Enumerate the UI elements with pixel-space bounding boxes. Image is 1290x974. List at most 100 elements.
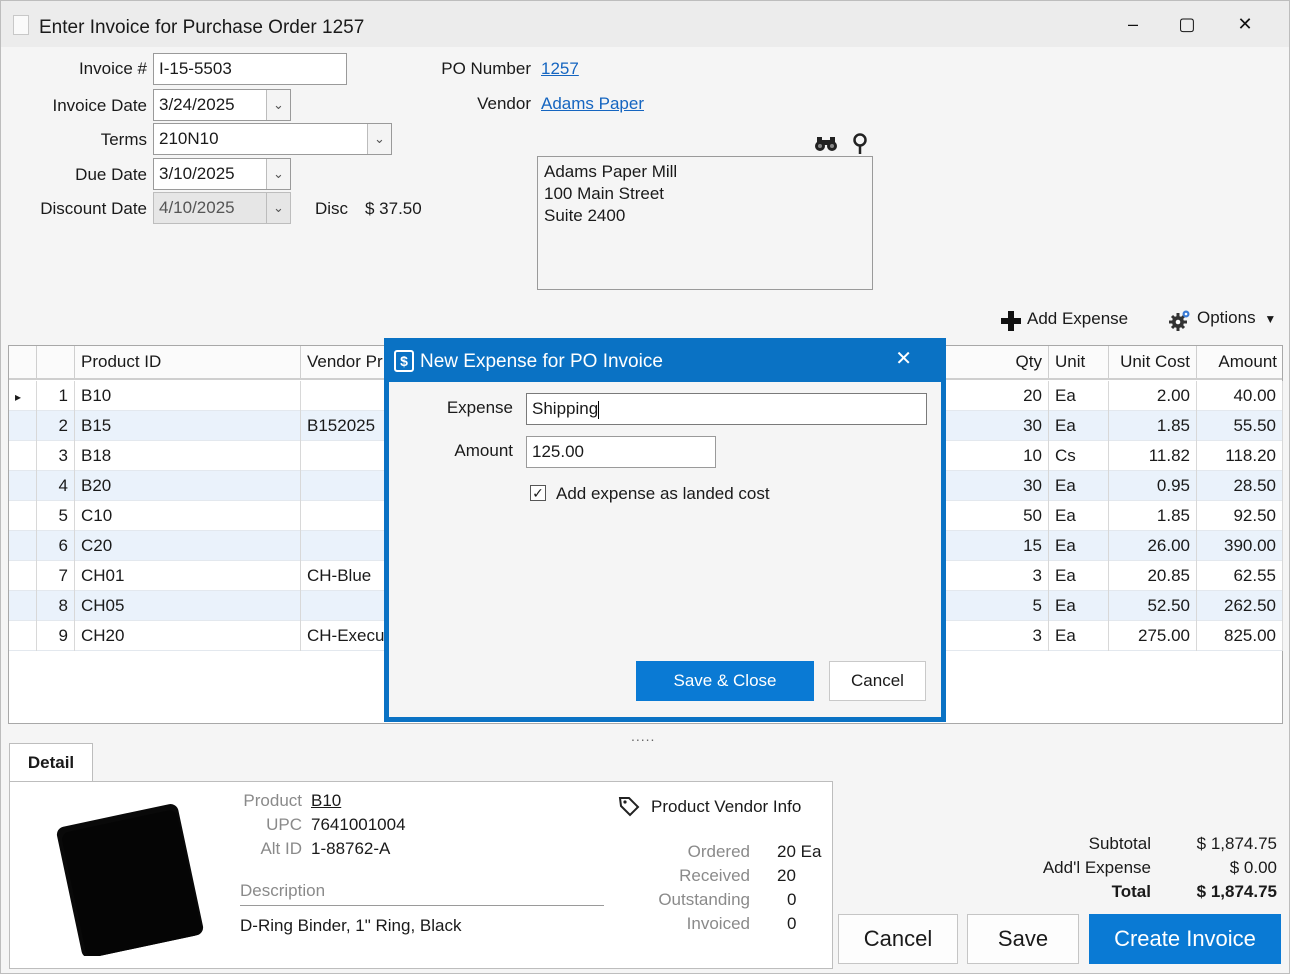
po-number-link[interactable]: 1257 (541, 59, 579, 79)
save-button[interactable]: Save (967, 914, 1079, 964)
panel-splitter[interactable]: ..... (631, 728, 655, 744)
expense-input[interactable]: Shipping (526, 393, 927, 425)
invoice-date-picker[interactable]: 3/24/2025 ⌄ (153, 89, 291, 121)
qty-cell[interactable]: 30 (979, 471, 1049, 501)
qty-cell[interactable]: 10 (979, 441, 1049, 471)
row-indicator (9, 411, 37, 441)
unit-cost-cell[interactable]: 26.00 (1109, 531, 1197, 561)
amount-cell[interactable]: 390.00 (1197, 531, 1283, 561)
product-id-cell[interactable]: C20 (75, 531, 301, 561)
chevron-down-icon[interactable]: ⌄ (367, 124, 391, 154)
unit-cell[interactable]: Ea (1049, 381, 1109, 411)
binoculars-icon[interactable] (814, 135, 838, 158)
unit-cost-cell[interactable]: 11.82 (1109, 441, 1197, 471)
unit-cost-cell[interactable]: 1.85 (1109, 411, 1197, 441)
unit-cell[interactable]: Ea (1049, 411, 1109, 441)
product-id-cell[interactable]: B20 (75, 471, 301, 501)
close-button[interactable]: ✕ (1225, 9, 1265, 39)
disc-label: Disc (315, 199, 349, 218)
create-invoice-button[interactable]: Create Invoice (1089, 914, 1281, 964)
unit-cost-cell[interactable]: 20.85 (1109, 561, 1197, 591)
address-line: Adams Paper Mill (544, 162, 678, 181)
unit-cost-cell[interactable]: 1.85 (1109, 501, 1197, 531)
landed-cost-checkbox[interactable]: ✓ (530, 485, 546, 501)
total-label: Total (1111, 882, 1151, 901)
chevron-down-icon[interactable]: ⌄ (266, 90, 290, 120)
chevron-down-icon[interactable]: ⌄ (266, 159, 290, 189)
po-number-label: PO Number (441, 59, 531, 78)
column-header-qty[interactable]: Qty (979, 346, 1049, 380)
row-number[interactable]: 6 (37, 531, 75, 561)
qty-cell[interactable]: 15 (979, 531, 1049, 561)
unit-cost-cell[interactable]: 275.00 (1109, 621, 1197, 651)
dialog-close-button[interactable]: ✕ (895, 346, 912, 371)
add-expense-button[interactable]: Add Expense (1001, 309, 1128, 331)
save-close-button[interactable]: Save & Close (636, 661, 814, 701)
cancel-button[interactable]: Cancel (838, 914, 958, 964)
options-button[interactable]: Options ▼ (1169, 308, 1276, 331)
product-id-cell[interactable]: B10 (75, 381, 301, 411)
vendor-link[interactable]: Adams Paper (541, 94, 644, 114)
minimize-button[interactable]: – (1113, 9, 1153, 39)
terms-select[interactable]: 210N10 ⌄ (153, 123, 392, 155)
due-date-picker[interactable]: 3/10/2025 ⌄ (153, 158, 291, 190)
row-number[interactable]: 3 (37, 441, 75, 471)
row-number[interactable]: 2 (37, 411, 75, 441)
vendor-address-box[interactable]: Adams Paper Mill 100 Main Street Suite 2… (537, 156, 873, 290)
column-header-amount[interactable]: Amount (1197, 346, 1283, 380)
unit-cell[interactable]: Ea (1049, 501, 1109, 531)
qty-cell[interactable]: 20 (979, 381, 1049, 411)
amount-cell[interactable]: 40.00 (1197, 381, 1283, 411)
tab-detail[interactable]: Detail (9, 743, 93, 783)
invoice-number-input[interactable]: I-15-5503 (153, 53, 347, 85)
qty-cell[interactable]: 5 (979, 591, 1049, 621)
maximize-button[interactable]: ▢ (1167, 9, 1207, 39)
row-indicator (9, 441, 37, 471)
row-number[interactable]: 8 (37, 591, 75, 621)
unit-cell[interactable]: Ea (1049, 561, 1109, 591)
product-id-cell[interactable]: C10 (75, 501, 301, 531)
product-id-cell[interactable]: CH01 (75, 561, 301, 591)
amount-cell[interactable]: 62.55 (1197, 561, 1283, 591)
product-id-cell[interactable]: CH20 (75, 621, 301, 651)
due-date-label: Due Date (75, 165, 147, 184)
row-indicator (9, 471, 37, 501)
row-number[interactable]: 4 (37, 471, 75, 501)
amount-cell[interactable]: 825.00 (1197, 621, 1283, 651)
unit-cell[interactable]: Cs (1049, 441, 1109, 471)
column-header-unit[interactable]: Unit (1049, 346, 1109, 380)
qty-cell[interactable]: 3 (979, 621, 1049, 651)
dialog-cancel-button[interactable]: Cancel (829, 661, 926, 701)
unit-cost-cell[interactable]: 2.00 (1109, 381, 1197, 411)
unit-cell[interactable]: Ea (1049, 621, 1109, 651)
qty-cell[interactable]: 50 (979, 501, 1049, 531)
product-link[interactable]: B10 (311, 791, 341, 811)
row-number[interactable]: 5 (37, 501, 75, 531)
dialog-title-bar: $ New Expense for PO Invoice ✕ (384, 338, 946, 382)
qty-cell[interactable]: 3 (979, 561, 1049, 591)
landed-cost-label[interactable]: Add expense as landed cost (556, 484, 770, 504)
unit-cost-cell[interactable]: 52.50 (1109, 591, 1197, 621)
product-id-cell[interactable]: CH05 (75, 591, 301, 621)
amount-cell[interactable]: 28.50 (1197, 471, 1283, 501)
amount-cell[interactable]: 262.50 (1197, 591, 1283, 621)
amount-cell[interactable]: 92.50 (1197, 501, 1283, 531)
chevron-down-icon: ⌄ (266, 193, 290, 223)
row-number[interactable]: 1 (37, 381, 75, 411)
amount-cell[interactable]: 118.20 (1197, 441, 1283, 471)
unit-cell[interactable]: Ea (1049, 591, 1109, 621)
column-header-unit-cost[interactable]: Unit Cost (1109, 346, 1197, 380)
qty-cell[interactable]: 30 (979, 411, 1049, 441)
row-number[interactable]: 7 (37, 561, 75, 591)
unit-cost-cell[interactable]: 0.95 (1109, 471, 1197, 501)
amount-input[interactable]: 125.00 (526, 436, 716, 468)
unit-cell[interactable]: Ea (1049, 471, 1109, 501)
due-date-value: 3/10/2025 (159, 164, 235, 183)
terms-label: Terms (100, 130, 147, 149)
column-header-product-id[interactable]: Product ID (75, 346, 301, 380)
row-number[interactable]: 9 (37, 621, 75, 651)
unit-cell[interactable]: Ea (1049, 531, 1109, 561)
product-id-cell[interactable]: B18 (75, 441, 301, 471)
amount-cell[interactable]: 55.50 (1197, 411, 1283, 441)
product-id-cell[interactable]: B15 (75, 411, 301, 441)
